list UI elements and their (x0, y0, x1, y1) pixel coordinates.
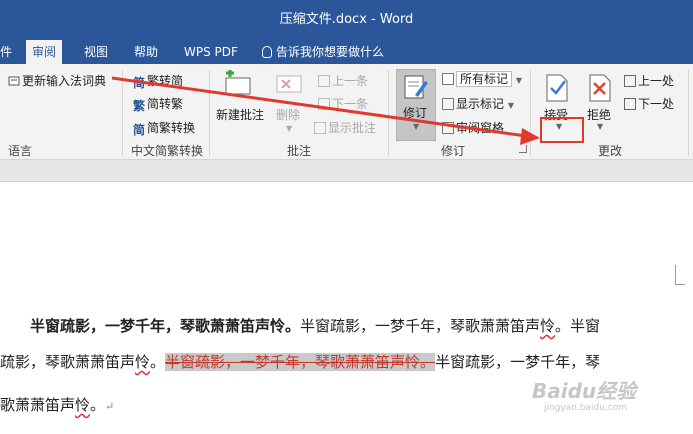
paragraph-mark-icon: ↵ (105, 400, 115, 413)
text-run: 。 (90, 396, 106, 414)
deleted-text: 半窗疏影，一梦千年，琴歌萧萧笛声怜。 (165, 353, 436, 371)
paragraph-line-2: 疏影，琴歌萧萧笛声怜。半窗疏影，一梦千年，琴歌萧萧笛声怜。半窗疏影，一梦千年，琴 (0, 351, 600, 372)
ruler-band (0, 160, 693, 182)
text-run: 疏影，琴歌萧萧笛声 (0, 353, 136, 371)
paragraph-line-3: 歌萧萧笛声怜。↵ (0, 394, 114, 415)
margin-marker (675, 265, 685, 285)
text-run: 半窗疏影，一梦千年，琴歌萧萧笛声 (300, 317, 541, 335)
spelling-mark: 怜 (540, 317, 556, 335)
bold-sentence: 半窗疏影，一梦千年，琴歌萧萧笛声怜。 (30, 317, 301, 335)
highlight-box (540, 117, 584, 143)
spelling-mark: 怜 (135, 353, 151, 371)
watermark-url: jingyan.baidu.com (544, 403, 628, 413)
text-run: 歌萧萧笛声 (0, 396, 76, 414)
watermark-logo: Baidu经验 (532, 379, 637, 403)
text-run: 。 (150, 353, 166, 371)
text-run: 。半窗 (555, 317, 601, 335)
spelling-mark: 怜 (75, 396, 91, 414)
text-run: 半窗疏影，一梦千年，琴 (435, 353, 601, 371)
paragraph-line-1: 半窗疏影，一梦千年，琴歌萧萧笛声怜。半窗疏影，一梦千年，琴歌萧萧笛声怜。半窗 (30, 315, 600, 336)
